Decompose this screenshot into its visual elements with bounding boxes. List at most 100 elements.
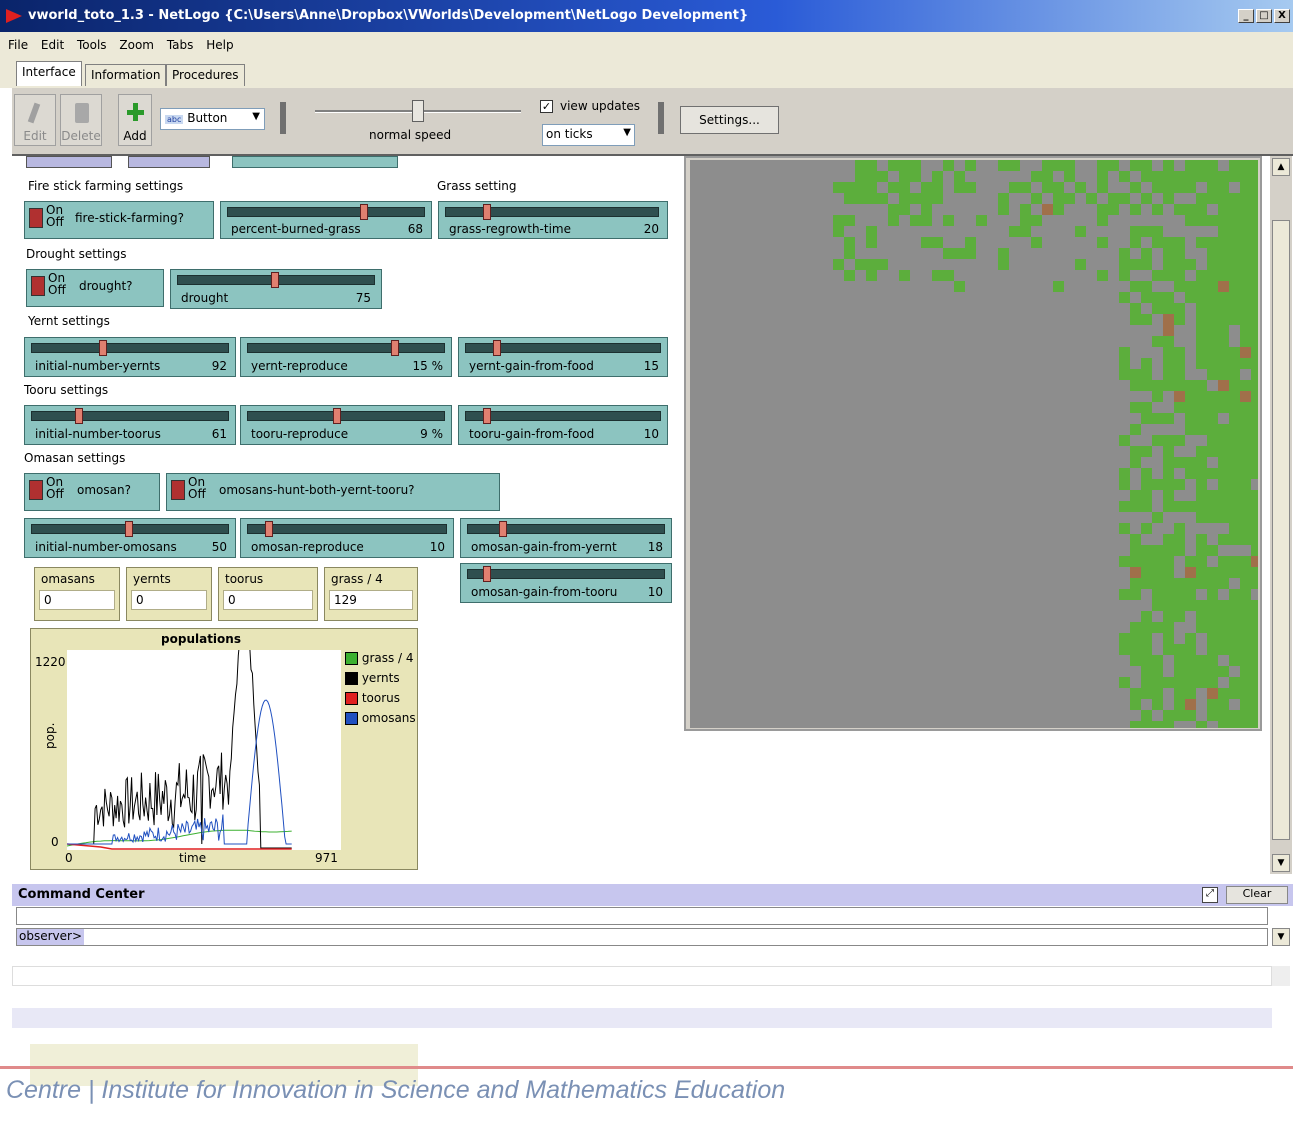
menu-tools[interactable]: Tools [77,38,107,52]
vertical-scrollbar[interactable]: ▲ ▼ [1270,156,1292,874]
grass-patch [1251,666,1258,677]
drought-switch[interactable]: On Off drought? [26,269,164,307]
grass-patch [1229,402,1240,413]
slider-knob[interactable] [483,204,491,220]
add-button[interactable]: Add [118,94,152,146]
menu-tabs[interactable]: Tabs [167,38,194,52]
menu-zoom[interactable]: Zoom [119,38,154,52]
percent-burned-grass-slider[interactable]: percent-burned-grass 68 [220,201,432,239]
omosan-switch[interactable]: On Off omosan? [24,473,160,511]
minimize-button[interactable]: _ [1238,9,1254,23]
grass-patch [1163,501,1174,512]
grass-patch [1174,369,1185,380]
grass-patch [1240,457,1251,468]
slider-knob[interactable] [125,521,133,537]
omosan-reproduce-slider[interactable]: omosan-reproduce 10 [240,518,454,558]
grass-patch [1251,391,1258,402]
grass-patch [1130,259,1141,270]
tooru-reproduce-slider[interactable]: tooru-reproduce 9 % [240,405,452,445]
grass-patch [1152,391,1163,402]
slider-knob[interactable] [493,340,501,356]
yernt-gain-from-food-slider[interactable]: yernt-gain-from-food 15 [458,337,668,377]
chevron-down-icon[interactable]: ▼ [1272,928,1290,946]
slider-knob[interactable] [483,566,491,582]
grass-patch [1218,270,1229,281]
slider-knob[interactable] [499,521,507,537]
grass-patch [1218,534,1229,545]
toolbar-separator [658,102,664,134]
scroll-thumb[interactable] [1272,220,1290,840]
grass-patch [1196,600,1207,611]
grass-regrowth-time-slider[interactable]: grass-regrowth-time 20 [438,201,668,239]
yernt-reproduce-slider[interactable]: yernt-reproduce 15 % [240,337,452,377]
title-bar[interactable]: vworld_toto_1.3 - NetLogo {C:\Users\Anne… [0,0,1293,32]
slider-knob[interactable] [391,340,399,356]
menu-edit[interactable]: Edit [41,38,64,52]
tab-interface[interactable]: Interface [16,61,82,86]
widget-button[interactable] [232,156,398,168]
omosan-gain-from-tooru-slider[interactable]: omosan-gain-from-tooru 10 [460,563,672,603]
widget-button[interactable] [26,156,112,168]
tab-information[interactable]: Information [85,64,167,86]
grass-patch [899,182,910,193]
toolbar-separator [280,102,286,134]
grass-patch [1185,160,1196,171]
maximize-button[interactable]: □ [1256,9,1272,23]
widget-type-dropdown[interactable]: abc Button ▼ [160,108,265,130]
close-button[interactable]: X [1274,9,1290,23]
slider-knob[interactable] [483,408,491,424]
grass-patch [1130,589,1141,600]
expand-icon[interactable]: ⤢ [1202,887,1218,903]
grass-patch [1229,358,1240,369]
grass-patch [1152,204,1163,215]
grass-patch [1240,347,1251,358]
grass-patch [1251,655,1258,666]
grass-patch [1152,292,1163,303]
grass-patch [1174,479,1185,490]
command-history[interactable] [16,907,1268,925]
initial-number-yernts-slider[interactable]: initial-number-yernts 92 [24,337,236,377]
slider-knob[interactable] [333,408,341,424]
grass-patch [1240,325,1251,336]
plot-ylabel: pop. [43,722,57,749]
tooru-gain-from-food-slider[interactable]: tooru-gain-from-food 10 [458,405,668,445]
slider-knob[interactable] [99,340,107,356]
settings-button[interactable]: Settings... [680,106,779,134]
tab-procedures[interactable]: Procedures [166,64,245,86]
fire-stick-farming-switch[interactable]: On Off fire-stick-farming? [24,201,214,239]
omosans-hunt-both-switch[interactable]: On Off omosans-hunt-both-yernt-tooru? [166,473,500,511]
delete-button[interactable]: Delete [60,94,102,146]
grass-patch [1185,633,1196,644]
footer-text: Centre | Institute for Innovation in Sci… [6,1076,786,1104]
slider-knob[interactable] [75,408,83,424]
grass-patch [1174,688,1185,699]
grass-patch [1163,314,1174,325]
drought-slider[interactable]: drought 75 [170,269,382,309]
world-grid[interactable] [690,160,1258,728]
slider-knob[interactable] [265,521,273,537]
world-view[interactable] [684,156,1262,731]
grass-patch [1229,567,1240,578]
speed-slider-knob[interactable] [412,100,424,122]
initial-number-omosans-slider[interactable]: initial-number-omosans 50 [24,518,236,558]
omosan-gain-from-yernt-slider[interactable]: omosan-gain-from-yernt 18 [460,518,672,558]
menu-file[interactable]: File [8,38,28,52]
clear-button[interactable]: Clear [1226,886,1288,904]
command-input[interactable]: observer> [16,928,1268,946]
scroll-down-icon[interactable]: ▼ [1272,854,1290,872]
grass-patch [1196,336,1207,347]
grass-patch [1196,655,1207,666]
grass-patch [1207,699,1218,710]
slider-knob[interactable] [271,272,279,288]
grass-patch [1130,556,1141,567]
update-mode-dropdown[interactable]: on ticks ▼ [542,124,635,146]
view-updates-checkbox[interactable]: ✓ [540,100,553,113]
menu-help[interactable]: Help [206,38,233,52]
grass-patch [1163,710,1174,721]
slider-knob[interactable] [360,204,368,220]
edit-button[interactable]: Edit [14,94,56,146]
initial-number-toorus-slider[interactable]: initial-number-toorus 61 [24,405,236,445]
widget-button[interactable] [128,156,210,168]
scroll-up-icon[interactable]: ▲ [1272,158,1290,176]
grass-patch [1174,677,1185,688]
